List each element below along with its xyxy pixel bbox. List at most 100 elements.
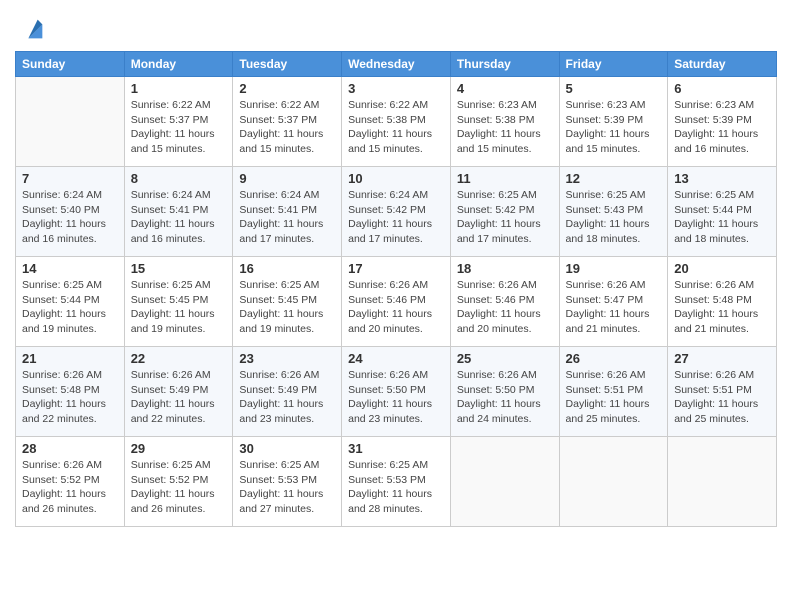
calendar-cell: 30Sunrise: 6:25 AMSunset: 5:53 PMDayligh… (233, 437, 342, 527)
day-info: Sunrise: 6:25 AMSunset: 5:44 PMDaylight:… (674, 188, 770, 247)
day-number: 22 (131, 351, 227, 366)
calendar-cell (668, 437, 777, 527)
calendar-cell: 3 Sunrise: 6:22 AMSunset: 5:38 PMDaylight… (342, 77, 451, 167)
day-info: Sunrise: 6:26 AMSunset: 5:51 PMDaylight:… (674, 368, 770, 427)
day-info: Sunrise: 6:24 AMSunset: 5:41 PMDaylight:… (131, 188, 227, 247)
day-number: 5 (566, 81, 662, 96)
day-number: 4 (457, 81, 553, 96)
calendar-cell: 21 Sunrise: 6:26 AMSunset: 5:48 PMDayligh… (16, 347, 125, 437)
day-info: Sunrise: 6:26 AMSunset: 5:49 PMDaylight:… (131, 368, 227, 427)
calendar-cell: 8 Sunrise: 6:24 AMSunset: 5:41 PMDaylight… (124, 167, 233, 257)
day-info: Sunrise: 6:26 AMSunset: 5:50 PMDaylight:… (348, 368, 444, 427)
weekday-header-thursday: Thursday (450, 52, 559, 77)
calendar-cell: 26 Sunrise: 6:26 AMSunset: 5:51 PMDayligh… (559, 347, 668, 437)
week-row-3: 14 Sunrise: 6:25 AMSunset: 5:44 PMDayligh… (16, 257, 777, 347)
day-info: Sunrise: 6:24 AMSunset: 5:41 PMDaylight:… (239, 188, 335, 247)
calendar-cell: 15 Sunrise: 6:25 AMSunset: 5:45 PMDayligh… (124, 257, 233, 347)
calendar-cell: 27 Sunrise: 6:26 AMSunset: 5:51 PMDayligh… (668, 347, 777, 437)
day-info: Sunrise: 6:25 AMSunset: 5:52 PMDaylight:… (131, 458, 227, 517)
day-info: Sunrise: 6:23 AMSunset: 5:39 PMDaylight:… (566, 98, 662, 157)
day-number: 18 (457, 261, 553, 276)
day-info: Sunrise: 6:26 AMSunset: 5:52 PMDaylight:… (22, 458, 118, 517)
day-number: 9 (239, 171, 335, 186)
day-info: Sunrise: 6:26 AMSunset: 5:49 PMDaylight:… (239, 368, 335, 427)
calendar-cell: 9 Sunrise: 6:24 AMSunset: 5:41 PMDaylight… (233, 167, 342, 257)
day-number: 8 (131, 171, 227, 186)
day-number: 23 (239, 351, 335, 366)
calendar-cell: 11Sunrise: 6:25 AMSunset: 5:42 PMDayligh… (450, 167, 559, 257)
day-number: 29 (131, 441, 227, 456)
day-number: 17 (348, 261, 444, 276)
day-number: 20 (674, 261, 770, 276)
calendar-cell: 10 Sunrise: 6:24 AMSunset: 5:42 PMDayligh… (342, 167, 451, 257)
day-info: Sunrise: 6:26 AMSunset: 5:50 PMDaylight:… (457, 368, 553, 427)
calendar-cell: 7 Sunrise: 6:24 AMSunset: 5:40 PMDaylight… (16, 167, 125, 257)
calendar-cell: 1Sunrise: 6:22 AMSunset: 5:37 PMDaylight… (124, 77, 233, 167)
day-info: Sunrise: 6:24 AMSunset: 5:40 PMDaylight:… (22, 188, 118, 247)
day-number: 6 (674, 81, 770, 96)
weekday-header-tuesday: Tuesday (233, 52, 342, 77)
week-row-5: 28 Sunrise: 6:26 AMSunset: 5:52 PMDayligh… (16, 437, 777, 527)
day-info: Sunrise: 6:23 AMSunset: 5:39 PMDaylight:… (674, 98, 770, 157)
weekday-header-sunday: Sunday (16, 52, 125, 77)
day-info: Sunrise: 6:25 AMSunset: 5:44 PMDaylight:… (22, 278, 118, 337)
day-number: 3 (348, 81, 444, 96)
calendar-cell: 16 Sunrise: 6:25 AMSunset: 5:45 PMDayligh… (233, 257, 342, 347)
day-number: 14 (22, 261, 118, 276)
day-number: 7 (22, 171, 118, 186)
day-info: Sunrise: 6:26 AMSunset: 5:47 PMDaylight:… (566, 278, 662, 337)
day-info: Sunrise: 6:24 AMSunset: 5:42 PMDaylight:… (348, 188, 444, 247)
calendar-cell: 23 Sunrise: 6:26 AMSunset: 5:49 PMDayligh… (233, 347, 342, 437)
day-info: Sunrise: 6:25 AMSunset: 5:42 PMDaylight:… (457, 188, 553, 247)
calendar-cell: 29 Sunrise: 6:25 AMSunset: 5:52 PMDayligh… (124, 437, 233, 527)
day-info: Sunrise: 6:26 AMSunset: 5:51 PMDaylight:… (566, 368, 662, 427)
day-info: Sunrise: 6:23 AMSunset: 5:38 PMDaylight:… (457, 98, 553, 157)
weekday-header-wednesday: Wednesday (342, 52, 451, 77)
calendar-cell: 12 Sunrise: 6:25 AMSunset: 5:43 PMDayligh… (559, 167, 668, 257)
logo (15, 15, 47, 43)
day-info: Sunrise: 6:22 AMSunset: 5:38 PMDaylight:… (348, 98, 444, 157)
day-number: 10 (348, 171, 444, 186)
day-info: Sunrise: 6:26 AMSunset: 5:46 PMDaylight:… (457, 278, 553, 337)
day-info: Sunrise: 6:26 AMSunset: 5:48 PMDaylight:… (22, 368, 118, 427)
calendar-cell: 31Sunrise: 6:25 AMSunset: 5:53 PMDayligh… (342, 437, 451, 527)
calendar-cell: 22 Sunrise: 6:26 AMSunset: 5:49 PMDayligh… (124, 347, 233, 437)
week-row-1: 1Sunrise: 6:22 AMSunset: 5:37 PMDaylight… (16, 77, 777, 167)
calendar-cell: 28 Sunrise: 6:26 AMSunset: 5:52 PMDayligh… (16, 437, 125, 527)
calendar-table: SundayMondayTuesdayWednesdayThursdayFrid… (15, 51, 777, 527)
calendar-cell: 25 Sunrise: 6:26 AMSunset: 5:50 PMDayligh… (450, 347, 559, 437)
day-info: Sunrise: 6:25 AMSunset: 5:43 PMDaylight:… (566, 188, 662, 247)
day-number: 21 (22, 351, 118, 366)
logo-icon (19, 15, 47, 43)
calendar-cell: 18 Sunrise: 6:26 AMSunset: 5:46 PMDayligh… (450, 257, 559, 347)
weekday-header-friday: Friday (559, 52, 668, 77)
day-number: 16 (239, 261, 335, 276)
day-number: 28 (22, 441, 118, 456)
day-number: 15 (131, 261, 227, 276)
day-number: 12 (566, 171, 662, 186)
day-number: 26 (566, 351, 662, 366)
day-number: 30 (239, 441, 335, 456)
day-info: Sunrise: 6:25 AMSunset: 5:45 PMDaylight:… (131, 278, 227, 337)
calendar-cell (16, 77, 125, 167)
day-number: 25 (457, 351, 553, 366)
page-header (15, 10, 777, 43)
day-info: Sunrise: 6:25 AMSunset: 5:45 PMDaylight:… (239, 278, 335, 337)
calendar-cell: 13 Sunrise: 6:25 AMSunset: 5:44 PMDayligh… (668, 167, 777, 257)
calendar-cell: 19Sunrise: 6:26 AMSunset: 5:47 PMDayligh… (559, 257, 668, 347)
calendar-cell: 2Sunrise: 6:22 AMSunset: 5:37 PMDaylight… (233, 77, 342, 167)
day-info: Sunrise: 6:22 AMSunset: 5:37 PMDaylight:… (131, 98, 227, 157)
day-number: 31 (348, 441, 444, 456)
calendar-cell: 4 Sunrise: 6:23 AMSunset: 5:38 PMDaylight… (450, 77, 559, 167)
day-number: 24 (348, 351, 444, 366)
day-number: 27 (674, 351, 770, 366)
week-row-2: 7 Sunrise: 6:24 AMSunset: 5:40 PMDaylight… (16, 167, 777, 257)
calendar-cell: 20Sunrise: 6:26 AMSunset: 5:48 PMDayligh… (668, 257, 777, 347)
day-info: Sunrise: 6:26 AMSunset: 5:46 PMDaylight:… (348, 278, 444, 337)
calendar-cell: 5 Sunrise: 6:23 AMSunset: 5:39 PMDaylight… (559, 77, 668, 167)
calendar-cell (450, 437, 559, 527)
week-row-4: 21 Sunrise: 6:26 AMSunset: 5:48 PMDayligh… (16, 347, 777, 437)
day-number: 13 (674, 171, 770, 186)
calendar-cell: 6 Sunrise: 6:23 AMSunset: 5:39 PMDaylight… (668, 77, 777, 167)
day-info: Sunrise: 6:22 AMSunset: 5:37 PMDaylight:… (239, 98, 335, 157)
